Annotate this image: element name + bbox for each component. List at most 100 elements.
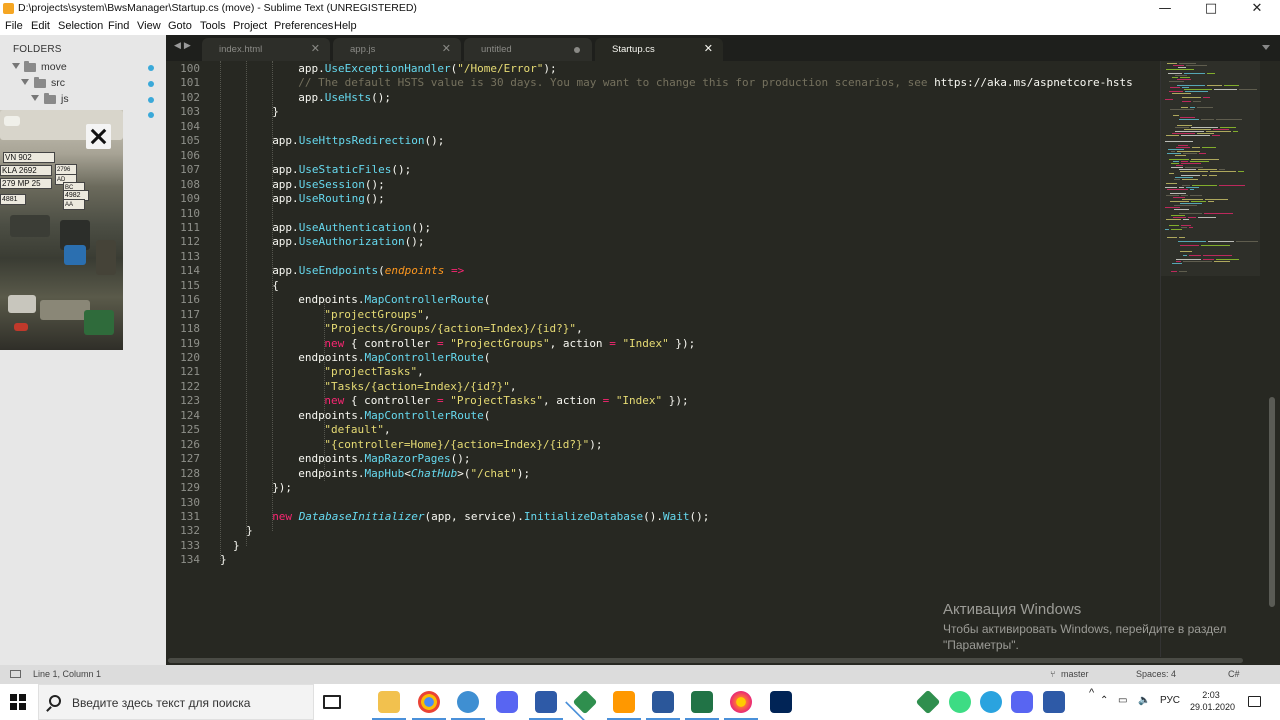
tray-up-arrow-icon[interactable]: ⌃ (1100, 695, 1108, 706)
code-line[interactable]: endpoints.MapControllerRoute( (298, 351, 490, 364)
firefox-icon[interactable] (724, 691, 758, 720)
tray-telegram-icon[interactable] (980, 691, 1002, 713)
excel-icon[interactable] (685, 691, 719, 720)
chrome-icon[interactable] (412, 691, 446, 720)
code-line[interactable]: endpoints.MapControllerRoute( (298, 293, 490, 306)
code-line[interactable]: "Tasks/{action=Index}/{id?}", (324, 380, 516, 393)
code-line[interactable]: } (233, 539, 240, 552)
expand-arrow-icon[interactable] (12, 63, 20, 69)
panel-toggle-icon[interactable] (10, 670, 21, 678)
code-line[interactable]: "projectTasks", (324, 365, 423, 378)
horizontal-scrollbar-thumb[interactable] (168, 658, 1243, 663)
minimap-line (1182, 101, 1191, 102)
minimap-line (1204, 213, 1233, 214)
code-line[interactable]: } (246, 524, 253, 537)
git-tool-icon[interactable] (572, 689, 598, 715)
vertical-scrollbar-thumb[interactable] (1269, 397, 1275, 607)
tray-android-icon[interactable] (949, 691, 971, 713)
watermark-title: Активация Windows (943, 601, 1082, 618)
indent-guide (272, 61, 273, 531)
code-line[interactable]: app.UseRouting(); (272, 192, 385, 205)
code-editor[interactable]: 100 101 102 103 104 105 106 107 108 109 110 111 112 1… (166, 61, 1160, 657)
git-branch[interactable]: master (1061, 669, 1089, 679)
tray-git-icon[interactable] (915, 689, 941, 715)
code-line[interactable]: app.UseEndpoints(endpoints => (272, 264, 464, 277)
system-clock[interactable]: 2:03 29.01.2020 (1190, 689, 1235, 713)
menu-project[interactable]: Project (233, 20, 267, 32)
menu-preferences[interactable]: Preferences (274, 20, 333, 32)
code-line[interactable]: "default", (324, 423, 390, 436)
unsaved-dot-icon[interactable] (574, 47, 580, 53)
code-line[interactable]: new { controller = "ProjectTasks", actio… (324, 394, 688, 407)
messenger-app-icon[interactable] (451, 691, 485, 720)
code-line[interactable]: "Projects/Groups/{action=Index}/{id?}", (324, 322, 582, 335)
file-explorer-icon[interactable] (372, 691, 406, 720)
minimap-line (1206, 131, 1231, 132)
code-line[interactable]: // The default HSTS value is 30 days. Yo… (298, 76, 1132, 89)
minimize-button[interactable]: — (1142, 0, 1188, 18)
menu-view[interactable]: View (137, 20, 161, 32)
taskbar-search-input[interactable]: Введите здесь текст для поиска (38, 684, 314, 720)
tab-list-chevron-down-icon[interactable] (1262, 45, 1270, 50)
volume-icon[interactable]: 🔈 (1138, 695, 1150, 706)
code-token: , action (542, 394, 603, 408)
code-line[interactable]: } (272, 105, 279, 118)
menu-tools[interactable]: Tools (200, 20, 226, 32)
tree-folder-move[interactable]: move (0, 60, 166, 76)
expand-arrow-icon[interactable] (31, 95, 39, 101)
tab-close-icon[interactable]: ✕ (442, 42, 451, 55)
indentation-setting[interactable]: Spaces: 4 (1136, 669, 1176, 679)
sublime-text-icon[interactable] (607, 691, 641, 720)
horizontal-scrollbar[interactable] (166, 657, 1260, 665)
windows-start-icon[interactable] (10, 694, 26, 710)
code-line[interactable]: endpoints.MapHub<ChatHub>("/chat"); (298, 467, 530, 480)
vertical-scrollbar[interactable] (1260, 61, 1280, 657)
discord-icon[interactable] (496, 691, 518, 713)
code-line[interactable]: app.UseAuthentication(); (272, 221, 431, 234)
code-line[interactable]: new DatabaseInitializer(app, service).In… (272, 510, 709, 523)
close-icon[interactable] (86, 124, 111, 149)
powershell-icon[interactable] (770, 691, 792, 713)
tab-close-icon[interactable]: ✕ (311, 42, 320, 55)
tab-app-js[interactable]: app.js ✕ (333, 38, 461, 61)
code-line[interactable]: }); (272, 481, 292, 494)
menu-help[interactable]: Help (334, 20, 357, 32)
syntax-mode[interactable]: C# (1228, 669, 1240, 679)
task-view-icon[interactable] (323, 695, 341, 709)
tray-discord-icon[interactable] (1011, 691, 1033, 713)
code-line[interactable]: endpoints.MapControllerRoute( (298, 409, 490, 422)
tab-untitled[interactable]: untitled (464, 38, 592, 61)
menu-find[interactable]: Find (108, 20, 129, 32)
tray-network-tool-icon[interactable] (1043, 691, 1065, 713)
tab-index-html[interactable]: index.html ✕ (202, 38, 330, 61)
input-language[interactable]: РУС (1160, 695, 1180, 706)
tab-startup-cs[interactable]: Startup.cs ✕ (595, 38, 723, 61)
network-icon[interactable]: ▭ (1118, 695, 1127, 706)
menu-edit[interactable]: Edit (31, 20, 50, 32)
network-tool-icon[interactable] (529, 691, 563, 720)
code-line[interactable]: app.UseHsts(); (298, 91, 391, 104)
notification-center-icon[interactable] (1248, 696, 1261, 707)
menu-goto[interactable]: Goto (168, 20, 192, 32)
tray-overflow-chevron-icon[interactable]: ^ (1089, 687, 1094, 699)
code-line[interactable]: "projectGroups", (324, 308, 430, 321)
word-icon[interactable] (646, 691, 680, 720)
minimap[interactable] (1160, 61, 1260, 657)
menu-file[interactable]: File (5, 20, 23, 32)
tab-close-icon[interactable]: ✕ (704, 42, 713, 55)
menu-selection[interactable]: Selection (58, 20, 103, 32)
code-line[interactable]: app.UseAuthorization(); (272, 235, 424, 248)
code-line[interactable]: app.UseExceptionHandler("/Home/Error"); (298, 62, 556, 75)
close-window-button[interactable]: ✕ (1234, 0, 1280, 18)
maximize-button[interactable]: □ (1188, 0, 1234, 18)
code-line[interactable]: "{controller=Home}/{action=Index}/{id?}"… (324, 438, 602, 451)
code-line[interactable]: new { controller = "ProjectGroups", acti… (324, 337, 695, 350)
code-line[interactable]: { (272, 279, 279, 292)
tree-folder-src[interactable]: src (0, 76, 166, 92)
tree-folder-js[interactable]: js (0, 92, 166, 108)
tab-nav-arrows-icon[interactable]: ◀▶ (174, 41, 194, 51)
code-line[interactable]: app.UseHttpsRedirection(); (272, 134, 444, 147)
expand-arrow-icon[interactable] (21, 79, 29, 85)
code-line[interactable]: app.UseSession(); (272, 178, 385, 191)
code-line[interactable]: app.UseStaticFiles(); (272, 163, 411, 176)
